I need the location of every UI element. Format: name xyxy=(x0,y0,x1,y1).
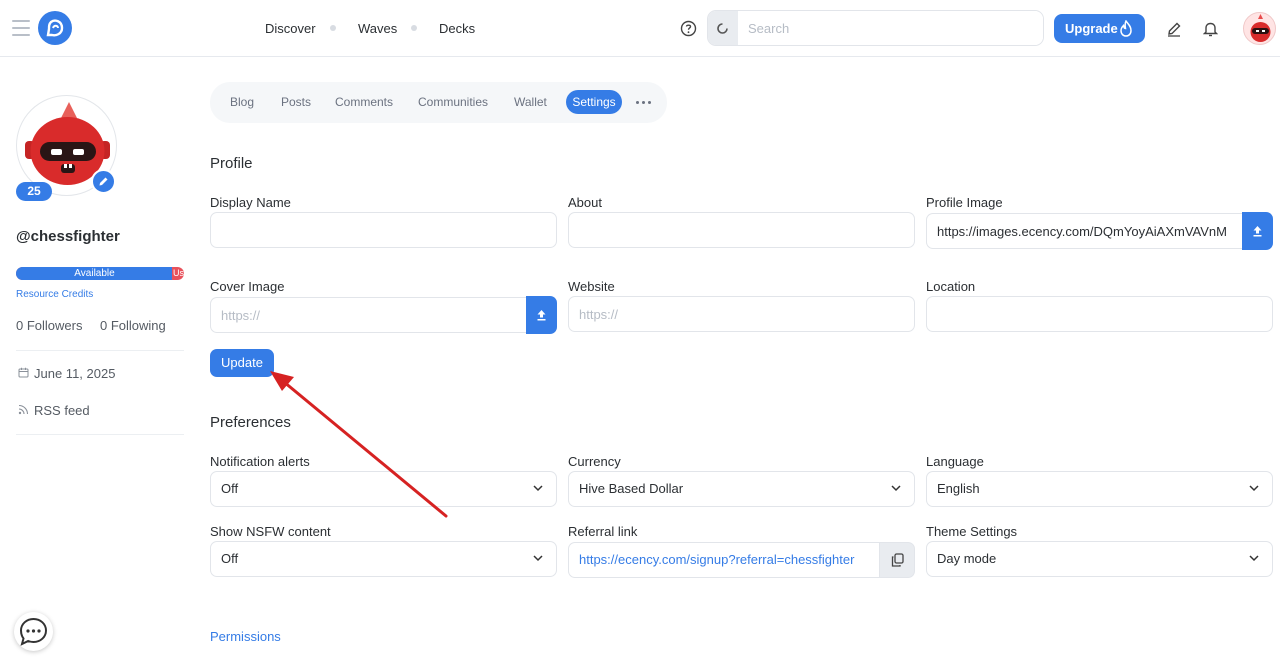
language-label: Language xyxy=(926,454,984,469)
nav-separator xyxy=(411,25,417,31)
upload-icon xyxy=(537,310,546,321)
calendar-icon xyxy=(18,367,29,378)
currency-select[interactable]: Hive Based Dollar xyxy=(568,471,915,507)
theme-settings-value: Day mode xyxy=(937,551,997,566)
display-name-label: Display Name xyxy=(210,195,291,210)
tab-settings[interactable]: Settings xyxy=(566,90,622,114)
search-input[interactable] xyxy=(738,11,1043,45)
permissions-link[interactable]: Permissions xyxy=(210,629,281,644)
cover-image-upload-button[interactable] xyxy=(526,296,557,334)
join-date: June 11, 2025 xyxy=(34,366,116,381)
about-input[interactable] xyxy=(568,212,915,248)
website-input[interactable] xyxy=(568,296,915,332)
edit-avatar-button[interactable] xyxy=(91,169,116,194)
tab-comments[interactable]: Comments xyxy=(335,95,393,109)
chat-icon xyxy=(19,617,48,646)
profile-image-input[interactable] xyxy=(926,213,1242,249)
reputation-badge: 25 xyxy=(16,182,52,201)
theme-settings-select[interactable]: Day mode xyxy=(926,541,1273,577)
language-select[interactable]: English xyxy=(926,471,1273,507)
update-button[interactable]: Update xyxy=(210,349,274,377)
menu-icon[interactable] xyxy=(12,20,30,36)
theme-settings-label: Theme Settings xyxy=(926,524,1018,539)
location-input[interactable] xyxy=(926,296,1273,332)
tab-communities[interactable]: Communities xyxy=(418,95,488,109)
nsfw-label: Show NSFW content xyxy=(210,524,331,539)
upgrade-button[interactable]: Upgrade xyxy=(1054,14,1145,43)
chat-button[interactable] xyxy=(14,612,53,651)
bell-icon[interactable] xyxy=(1203,21,1218,37)
profile-image-upload-button[interactable] xyxy=(1242,212,1273,250)
divider xyxy=(16,434,184,435)
profile-image-label: Profile Image xyxy=(926,195,1003,210)
rss-feed-link[interactable]: RSS feed xyxy=(34,403,90,418)
resource-credits-bar[interactable]: Available Use xyxy=(16,267,184,280)
nsfw-value: Off xyxy=(221,551,239,566)
website-label: Website xyxy=(568,279,615,294)
tab-posts[interactable]: Posts xyxy=(281,95,311,109)
tab-wallet[interactable]: Wallet xyxy=(514,95,547,109)
preferences-heading: Preferences xyxy=(210,414,291,431)
tab-blog[interactable]: Blog xyxy=(230,95,254,109)
rc-available-label: Available xyxy=(74,268,115,279)
search-mode-button[interactable] xyxy=(708,11,738,45)
more-tabs-icon[interactable] xyxy=(636,92,652,112)
nsfw-select[interactable]: Off xyxy=(210,541,557,577)
language-value: English xyxy=(937,481,980,496)
ecency-logo[interactable] xyxy=(38,11,72,45)
nav-decks[interactable]: Decks xyxy=(439,21,475,36)
chevron-down-icon xyxy=(533,555,543,562)
help-icon[interactable] xyxy=(680,20,697,37)
profile-username: @chessfighter xyxy=(16,228,120,245)
referral-label: Referral link xyxy=(568,524,638,539)
followers-count[interactable]: 0 Followers xyxy=(16,318,82,333)
rc-used-label: Use xyxy=(173,268,184,278)
chevron-down-icon xyxy=(533,485,543,492)
fire-icon xyxy=(1120,20,1132,37)
upload-icon xyxy=(1253,226,1262,237)
profile-tabs: Blog Posts Comments Communities Wallet S… xyxy=(210,82,667,123)
notification-alerts-select[interactable]: Off xyxy=(210,471,557,507)
nav-waves[interactable]: Waves xyxy=(358,21,397,36)
currency-label: Currency xyxy=(568,454,621,469)
nav-discover[interactable]: Discover xyxy=(265,21,316,36)
upgrade-label: Upgrade xyxy=(1065,21,1118,36)
chevron-down-icon xyxy=(1249,555,1259,562)
cover-image-input[interactable] xyxy=(210,297,526,333)
referral-link-field[interactable]: https://ecency.com/signup?referral=chess… xyxy=(568,542,879,578)
search-box xyxy=(707,10,1044,46)
write-icon[interactable] xyxy=(1166,21,1182,37)
resource-credits-link[interactable]: Resource Credits xyxy=(16,289,93,300)
following-count[interactable]: 0 Following xyxy=(100,318,166,333)
chevron-down-icon xyxy=(1249,485,1259,492)
notification-alerts-value: Off xyxy=(221,481,239,496)
location-label: Location xyxy=(926,279,976,294)
divider xyxy=(16,350,184,351)
about-label: About xyxy=(568,195,602,210)
refresh-icon xyxy=(717,23,728,34)
currency-value: Hive Based Dollar xyxy=(579,481,684,496)
copy-referral-button[interactable] xyxy=(879,542,915,578)
pencil-icon xyxy=(99,177,108,186)
display-name-input[interactable] xyxy=(210,212,557,248)
rss-icon xyxy=(18,404,29,415)
profile-heading: Profile xyxy=(210,155,253,172)
nav-separator xyxy=(330,25,336,31)
chevron-down-icon xyxy=(891,485,901,492)
top-bar: Discover Waves Decks Upgrade xyxy=(0,0,1280,57)
cover-image-label: Cover Image xyxy=(210,279,285,294)
user-avatar[interactable] xyxy=(1243,12,1276,45)
notification-alerts-label: Notification alerts xyxy=(210,454,310,469)
copy-icon xyxy=(891,553,904,567)
